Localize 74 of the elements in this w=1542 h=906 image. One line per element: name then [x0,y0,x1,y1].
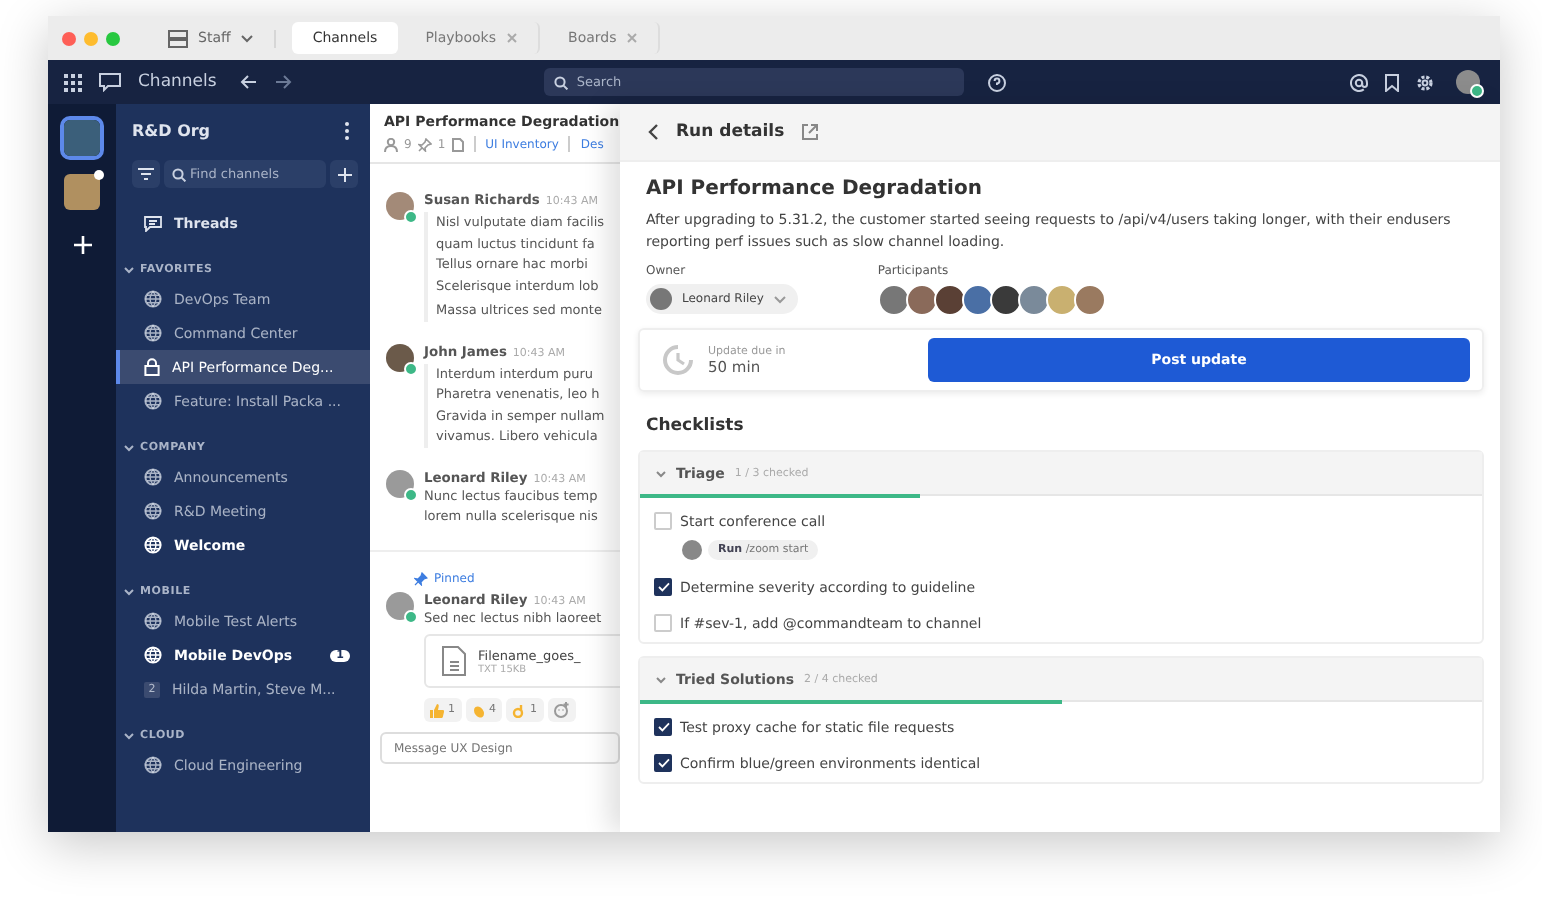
checkbox[interactable] [654,754,672,772]
layout-icon [168,29,188,47]
chevron-down-icon [656,470,666,478]
close-window-icon[interactable] [62,31,76,45]
participant-avatar[interactable] [989,284,1022,316]
product-name: Channels [138,72,217,92]
globe-icon [144,324,162,342]
members-icon[interactable] [384,137,398,151]
avatar[interactable] [386,469,414,497]
online-status-icon [404,609,418,623]
globe-icon [144,756,162,774]
avatar[interactable] [386,192,414,220]
globe-icon [144,502,162,520]
chevron-down-icon [124,588,134,596]
checkbox[interactable] [654,718,672,736]
add-team-icon[interactable] [73,236,91,254]
external-link-icon[interactable] [802,124,819,140]
chevron-down-icon [124,732,134,740]
more-options-icon[interactable] [344,121,350,139]
globe-icon [144,646,162,664]
online-status-icon [404,210,418,224]
lock-icon [144,358,160,376]
checkbox[interactable] [654,578,672,596]
bookmark-icon[interactable] [1384,73,1400,91]
online-status-icon [404,487,418,501]
checklists-heading: Checklists [646,416,746,436]
panel-title: Run details [676,122,785,142]
pin-icon [414,571,428,585]
back-arrow-icon[interactable] [240,74,259,90]
file-icon[interactable] [451,137,464,151]
pin-icon[interactable] [417,137,432,151]
mention-icon[interactable] [1350,73,1368,91]
filter-icon [138,168,154,180]
globe-icon [144,536,162,554]
online-status-icon [404,361,418,375]
team-name[interactable]: R&D Org [132,121,211,139]
add-channel-button[interactable] [330,160,358,188]
thumbs-up-icon [430,703,444,717]
globe-icon [144,290,162,308]
team-icon[interactable] [60,170,104,214]
chat-bubble-icon [98,72,122,92]
threads-icon [144,215,162,231]
chevron-down-icon [656,676,666,684]
chevron-down-icon [124,444,134,452]
grid-menu-icon[interactable] [64,73,82,91]
globe-icon [144,612,162,630]
globe-icon [144,468,162,486]
plus-icon [337,167,351,181]
chevron-down-icon [124,266,134,274]
add-reaction-button[interactable] [547,698,575,722]
avatar[interactable] [386,343,414,371]
globe-icon [144,392,162,410]
document-icon [442,646,466,676]
unread-dot-icon [94,170,104,180]
search-icon [554,75,569,89]
help-icon[interactable] [988,73,1007,91]
participant-avatar[interactable] [905,284,938,316]
participant-avatar[interactable] [961,284,994,316]
settings-icon[interactable] [1416,73,1434,91]
assignee-avatar[interactable] [682,540,702,560]
chevron-down-icon [240,33,255,43]
chevron-down-icon [773,295,786,303]
search-icon [172,167,186,181]
online-status-icon [1470,84,1484,98]
forward-arrow-icon[interactable] [274,74,293,90]
filter-button[interactable] [132,160,160,188]
avatar[interactable] [386,591,414,619]
avatar [650,288,672,310]
clock-icon [660,342,696,378]
back-icon[interactable] [648,124,658,140]
user-avatar[interactable] [1456,70,1480,94]
participant-avatar[interactable] [933,284,966,316]
add-emoji-icon [553,702,569,718]
run-title: API Performance Degradation [646,178,984,200]
